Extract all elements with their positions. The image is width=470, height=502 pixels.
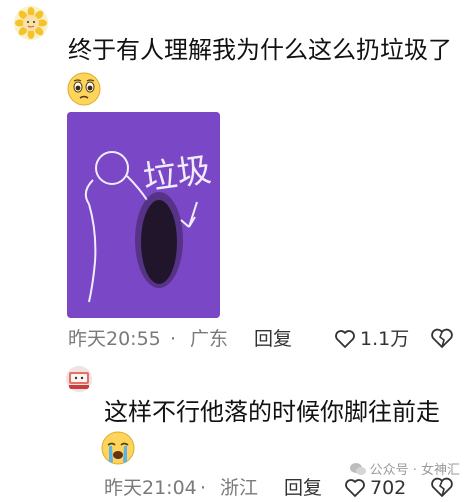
- comment-text: 终于有人理解我为什么这么扔垃圾了: [68, 36, 452, 64]
- comment-location: 广东: [190, 328, 229, 350]
- avatar[interactable]: [14, 6, 48, 40]
- reply-button[interactable]: 回复: [254, 325, 292, 353]
- like-button[interactable]: 1.1万: [334, 327, 409, 351]
- watermark: 公众号 · 女神汇: [349, 459, 460, 478]
- comment-time: 昨天20:55: [68, 328, 161, 350]
- reply-button[interactable]: 回复: [284, 474, 322, 502]
- heart-icon: [345, 479, 365, 497]
- reply-meta: 昨天21:04 · 浙江 回复 702: [104, 474, 470, 502]
- wechat-icon: [349, 462, 366, 475]
- reply-avatar[interactable]: [66, 366, 92, 392]
- comment-image[interactable]: 垃圾: [67, 112, 220, 318]
- heart-icon: [335, 330, 355, 348]
- crying-face-emoji: [100, 430, 136, 466]
- like-button[interactable]: 702: [344, 476, 406, 500]
- watermark-text: 公众号 · 女神汇: [369, 463, 460, 478]
- meta-separator: ·: [170, 328, 177, 350]
- dislike-button[interactable]: [430, 328, 454, 350]
- like-count: 702: [370, 477, 407, 499]
- cartoon-avatar-icon: [66, 366, 92, 392]
- meta-separator: ·: [200, 477, 207, 499]
- pleading-face-emoji: [66, 71, 102, 107]
- reply-text: 这样不行他落的时候你脚往前走: [104, 398, 440, 426]
- reply-time: 昨天21:04: [104, 477, 197, 499]
- broken-heart-icon: [431, 328, 453, 348]
- reply-location: 浙江: [220, 477, 259, 499]
- stick-figure-drawing-icon: 垃圾: [67, 112, 220, 318]
- like-count: 1.1万: [360, 328, 410, 350]
- sunflower-avatar-icon: [14, 6, 48, 40]
- comment-meta: 昨天20:55 · 广东 回复 1.1万: [68, 325, 468, 353]
